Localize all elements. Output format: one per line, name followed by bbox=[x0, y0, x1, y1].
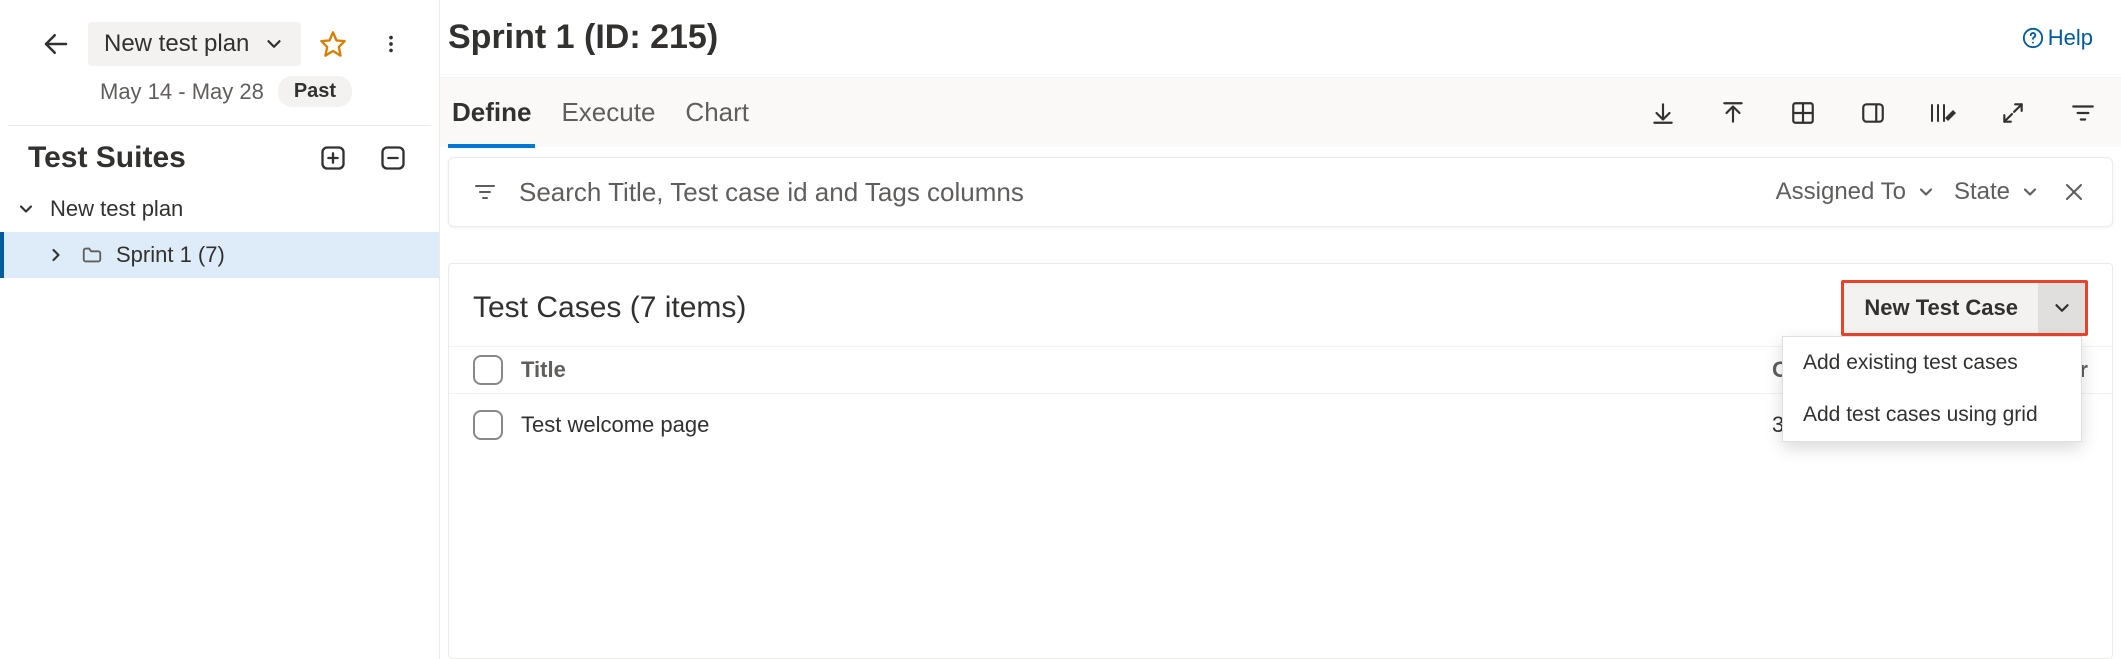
pivot-bar: Define Execute Chart bbox=[440, 77, 2121, 147]
panel-right-icon bbox=[1860, 100, 1886, 126]
tree-root-label: New test plan bbox=[50, 196, 183, 222]
test-cases-heading: Test Cases (7 items) bbox=[473, 291, 746, 325]
fullscreen-button[interactable] bbox=[1993, 93, 2033, 133]
state-filter[interactable]: State bbox=[1954, 178, 2040, 206]
new-test-case-menu: Add existing test cases Add test cases u… bbox=[1782, 336, 2082, 442]
back-button[interactable] bbox=[36, 24, 76, 64]
menu-add-using-grid[interactable]: Add test cases using grid bbox=[1783, 389, 2081, 441]
column-title[interactable]: Title bbox=[521, 357, 1754, 383]
test-plan-label: New test plan bbox=[104, 30, 249, 58]
select-all-checkbox[interactable] bbox=[473, 355, 503, 385]
upload-icon bbox=[1720, 100, 1746, 126]
chevron-right-icon bbox=[46, 245, 66, 265]
column-options-button[interactable] bbox=[1923, 93, 1963, 133]
new-test-case-button[interactable]: New Test Case bbox=[1844, 283, 2039, 333]
more-options-button[interactable] bbox=[371, 24, 411, 64]
page-title: Sprint 1 (ID: 215) bbox=[448, 18, 718, 57]
tree-child-row[interactable]: Sprint 1 (7) bbox=[0, 232, 439, 278]
new-test-case-dropdown[interactable] bbox=[2039, 283, 2085, 333]
help-icon bbox=[2022, 27, 2044, 49]
expand-icon bbox=[2000, 100, 2026, 126]
star-icon bbox=[319, 30, 347, 58]
add-suite-button[interactable] bbox=[315, 140, 351, 176]
sidebar: New test plan May 14 - May 28 Past Test … bbox=[0, 0, 440, 659]
close-filter-button[interactable] bbox=[2058, 176, 2090, 208]
tree-child-label: Sprint 1 (7) bbox=[116, 242, 225, 268]
export-button[interactable] bbox=[1643, 93, 1683, 133]
favorite-button[interactable] bbox=[313, 24, 353, 64]
collapse-suite-button[interactable] bbox=[375, 140, 411, 176]
folder-icon bbox=[81, 244, 103, 266]
row-checkbox[interactable] bbox=[473, 410, 503, 440]
test-suites-heading: Test Suites bbox=[28, 141, 186, 175]
arrow-left-icon bbox=[41, 29, 71, 59]
chevron-down-icon bbox=[263, 33, 285, 55]
chevron-down-icon bbox=[2020, 182, 2040, 202]
chevron-down-icon bbox=[2051, 297, 2073, 319]
download-icon bbox=[1650, 100, 1676, 126]
test-plan-dropdown[interactable]: New test plan bbox=[88, 22, 301, 66]
filter-icon bbox=[2070, 100, 2096, 126]
side-panel-button[interactable] bbox=[1853, 93, 1893, 133]
help-label: Help bbox=[2048, 25, 2093, 51]
assigned-to-filter[interactable]: Assigned To bbox=[1776, 178, 1936, 206]
filter-toggle-button[interactable] bbox=[2063, 93, 2103, 133]
suite-tree: New test plan Sprint 1 (7) bbox=[0, 182, 439, 282]
help-link[interactable]: Help bbox=[2022, 25, 2093, 51]
more-vertical-icon bbox=[380, 33, 402, 55]
row-title: Test welcome page bbox=[521, 412, 1754, 438]
past-badge: Past bbox=[278, 76, 352, 107]
main-content: Sprint 1 (ID: 215) Help Define Execute C… bbox=[440, 0, 2121, 659]
date-range: May 14 - May 28 bbox=[100, 79, 264, 105]
tab-chart[interactable]: Chart bbox=[681, 78, 753, 147]
test-case-panel: Test Cases (7 items) New Test Case Add e… bbox=[448, 263, 2113, 659]
columns-edit-icon bbox=[1928, 100, 1958, 126]
search-input[interactable] bbox=[517, 176, 1758, 209]
add-square-icon bbox=[319, 144, 347, 172]
tab-execute[interactable]: Execute bbox=[557, 78, 659, 147]
grid-view-button[interactable] bbox=[1783, 93, 1823, 133]
filter-bar: Assigned To State bbox=[448, 157, 2113, 227]
menu-add-existing[interactable]: Add existing test cases bbox=[1783, 337, 2081, 389]
chevron-down-icon bbox=[1916, 182, 1936, 202]
collapse-square-icon bbox=[379, 144, 407, 172]
chevron-down-icon bbox=[16, 199, 36, 219]
grid-icon bbox=[1790, 100, 1816, 126]
filter-lines-icon bbox=[473, 180, 497, 204]
import-button[interactable] bbox=[1713, 93, 1753, 133]
close-icon bbox=[2062, 180, 2086, 204]
tab-define[interactable]: Define bbox=[448, 78, 535, 147]
tree-root-row[interactable]: New test plan bbox=[0, 186, 439, 232]
